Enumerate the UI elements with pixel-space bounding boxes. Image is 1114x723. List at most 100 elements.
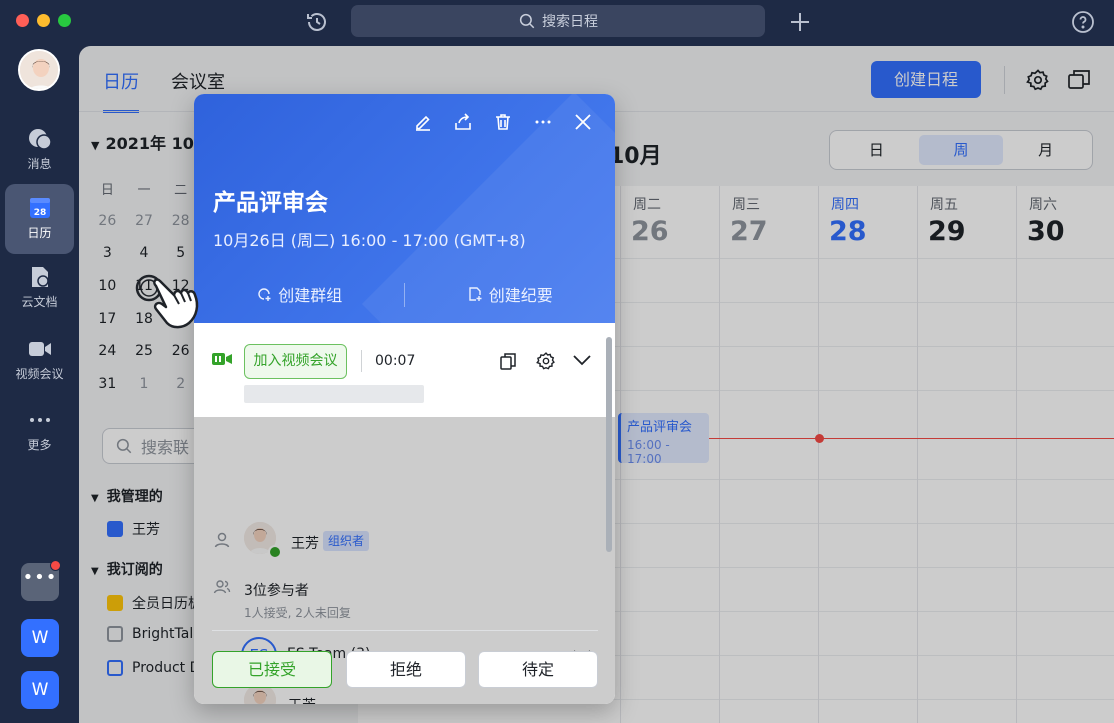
mini-calendar-row: 31 1 2: [89, 368, 199, 401]
close-icon[interactable]: [573, 112, 593, 132]
share-icon[interactable]: [453, 112, 473, 132]
message-icon: [28, 129, 52, 150]
user-avatar[interactable]: [18, 49, 60, 91]
tab-calendar[interactable]: 日历: [103, 68, 139, 113]
rail-label: 更多: [27, 438, 52, 452]
date-cell[interactable]: 1: [126, 376, 163, 392]
footer-divider: [212, 630, 598, 631]
day-number: 29: [928, 216, 966, 247]
doc-add-icon: [469, 287, 482, 301]
day-column[interactable]: 周三 27: [719, 186, 818, 723]
rail-item-video[interactable]: 视频会议: [5, 325, 74, 395]
date-cell[interactable]: 25: [126, 343, 163, 359]
create-minutes-button[interactable]: 创建纪要: [405, 282, 616, 306]
collapse-triangle-icon: ▼: [91, 566, 99, 577]
day-name: 周四: [831, 197, 859, 213]
popup-scrollbar[interactable]: [606, 337, 612, 552]
maximize-window-button[interactable]: [58, 14, 71, 27]
checkbox-checked[interactable]: [107, 521, 123, 537]
settings-icon[interactable]: [1026, 68, 1050, 92]
view-day[interactable]: 日: [834, 135, 919, 165]
calendar-event[interactable]: 产品评审会 16:00 - 17:00: [618, 413, 709, 466]
copy-icon[interactable]: [499, 352, 517, 370]
managed-calendars-header[interactable]: ▼ 我管理的: [91, 486, 163, 506]
subscribed-calendars-header[interactable]: ▼ 我订阅的: [91, 559, 163, 579]
minimize-window-button[interactable]: [37, 14, 50, 27]
join-video-meeting-button[interactable]: 加入视频会议: [244, 344, 347, 379]
calendar-item[interactable]: BrightTalk: [107, 626, 201, 642]
mini-calendar-title[interactable]: ▼ 2021年 10月: [91, 130, 210, 154]
help-icon[interactable]: [1071, 10, 1095, 34]
calendar-item[interactable]: 全员日历板: [107, 593, 202, 613]
decline-button[interactable]: 拒绝: [346, 651, 466, 688]
history-icon[interactable]: [305, 10, 329, 34]
checkbox-checked[interactable]: [107, 595, 123, 611]
tentative-button[interactable]: 待定: [478, 651, 598, 688]
attendees-icon: [213, 580, 231, 594]
date-cell[interactable]: 4: [126, 245, 163, 261]
day-number: 28: [829, 216, 867, 247]
date-cell[interactable]: 31: [89, 376, 126, 392]
app-w-2[interactable]: W: [21, 671, 59, 709]
calendar-item-label: Product D: [132, 660, 201, 676]
notification-badge: [50, 560, 61, 571]
contact-search-placeholder: 搜索联: [141, 438, 190, 457]
date-cell[interactable]: 24: [89, 343, 126, 359]
mini-calendar-row: 26 27 28: [89, 205, 199, 238]
day-name: 周五: [930, 197, 958, 213]
rail-label: 云文档: [21, 295, 58, 309]
participant-name: 王芳: [288, 695, 316, 704]
day-name: 周六: [1029, 197, 1057, 213]
group-add-icon: [258, 288, 271, 301]
rail-item-docs[interactable]: 云文档: [5, 253, 74, 323]
rail-item-calendar[interactable]: 28 日历: [5, 184, 74, 254]
date-cell[interactable]: 27: [126, 213, 163, 229]
rail-item-more[interactable]: 更多: [5, 396, 74, 466]
search-icon: [519, 13, 535, 29]
search-bar[interactable]: 搜索日程: [351, 5, 765, 37]
close-window-button[interactable]: [16, 14, 29, 27]
title-bar: 搜索日程: [0, 0, 1114, 46]
meeting-timer: 00:07: [375, 353, 416, 369]
day-name: 周三: [732, 197, 760, 213]
checkbox[interactable]: [107, 626, 123, 642]
accepted-check-icon: [268, 545, 282, 559]
create-group-label: 创建群组: [278, 286, 343, 305]
date-cell[interactable]: 10: [89, 278, 126, 294]
checkbox[interactable]: [107, 660, 123, 676]
day-column[interactable]: 周五 29: [917, 186, 1016, 723]
meeting-link-redacted: [244, 385, 424, 403]
date-cell[interactable]: 3: [89, 245, 126, 261]
accept-button[interactable]: 已接受: [212, 651, 332, 688]
rail-label: 视频会议: [15, 367, 64, 381]
calendar-item[interactable]: Product D: [107, 660, 200, 676]
vc-divider: [361, 350, 362, 372]
left-rail: 消息 28 日历 云文档 视频会议 更多 ••• W W: [0, 46, 79, 723]
create-event-button[interactable]: 创建日程: [871, 61, 981, 98]
app-w-1[interactable]: W: [21, 619, 59, 657]
day-column-today[interactable]: 周四 28: [818, 186, 917, 723]
date-cell[interactable]: 26: [89, 213, 126, 229]
create-group-button[interactable]: 创建群组: [194, 282, 405, 306]
rail-item-messages[interactable]: 消息: [5, 115, 74, 185]
meeting-settings-icon[interactable]: [536, 351, 556, 371]
search-placeholder: 搜索日程: [542, 14, 598, 30]
event-title: 产品评审会: [213, 190, 328, 216]
day-number: 30: [1027, 216, 1065, 247]
date-cell[interactable]: 17: [89, 311, 126, 327]
more-options-icon[interactable]: [533, 112, 553, 132]
chevron-down-icon[interactable]: [572, 353, 592, 367]
calendar-item[interactable]: 王芳: [107, 519, 160, 539]
view-week[interactable]: 周: [918, 135, 1004, 165]
plus-icon[interactable]: [787, 9, 813, 35]
week-title: 10月: [609, 144, 662, 169]
window-switch-icon[interactable]: [1067, 68, 1091, 92]
day-column[interactable]: 周六 30: [1016, 186, 1114, 723]
delete-icon[interactable]: [493, 112, 513, 132]
view-month[interactable]: 月: [1003, 135, 1088, 165]
header-divider: [1004, 66, 1005, 94]
edit-icon[interactable]: [413, 112, 433, 132]
calendar-icon: 28: [29, 198, 50, 218]
create-minutes-label: 创建纪要: [488, 286, 553, 305]
more-icon: [29, 418, 50, 422]
